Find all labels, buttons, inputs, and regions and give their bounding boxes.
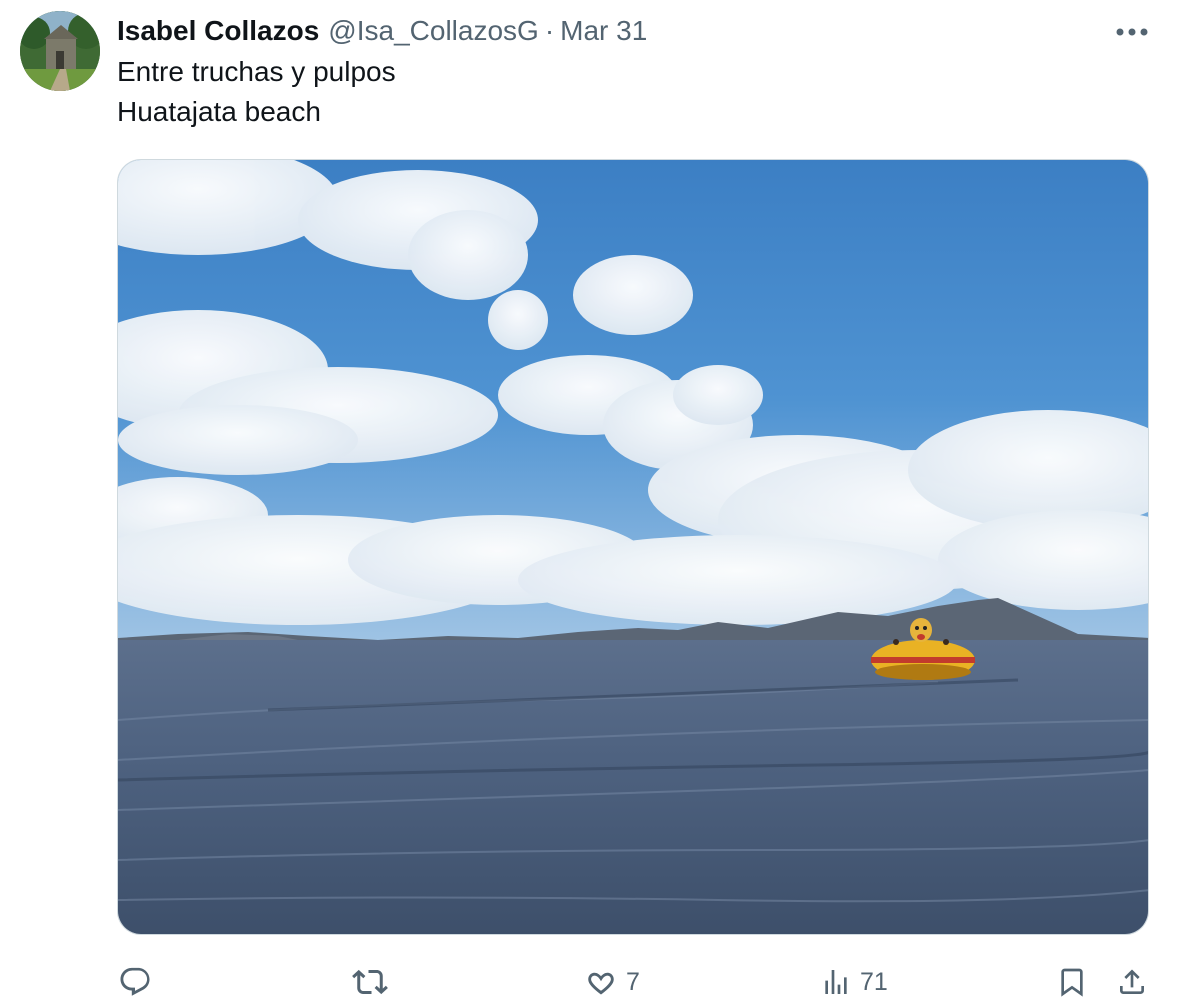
- repost-icon: [352, 969, 388, 995]
- repost-button[interactable]: [352, 960, 388, 1004]
- header-separator: ·: [544, 15, 555, 46]
- heart-icon: [588, 972, 614, 995]
- views-button[interactable]: 71: [820, 960, 888, 1004]
- avatar[interactable]: [20, 11, 100, 91]
- like-count: 7: [626, 967, 640, 996]
- post-date[interactable]: Mar 31: [560, 15, 647, 47]
- author-handle[interactable]: @Isa_CollazosG: [328, 15, 539, 47]
- post-actions: 7 71: [0, 960, 1180, 1004]
- post-text-line-2: Huatajata beach: [117, 96, 321, 127]
- author-name[interactable]: Isabel Collazos: [117, 15, 319, 47]
- post-photo[interactable]: [117, 159, 1149, 935]
- avatar-image: [20, 11, 100, 91]
- reply-button[interactable]: [118, 960, 152, 1004]
- views-chart-icon: [825, 970, 847, 994]
- share-button[interactable]: [1116, 960, 1148, 1004]
- lake-photo: [118, 160, 1148, 934]
- share-icon: [1120, 969, 1144, 994]
- views-count: 71: [860, 967, 888, 996]
- post-header: Isabel Collazos @Isa_CollazosG · Mar 31: [117, 12, 647, 50]
- post-text-line-1: Entre truchas y pulpos: [117, 56, 396, 87]
- more-options-button[interactable]: [1110, 18, 1154, 46]
- bookmark-icon: [1061, 968, 1083, 997]
- bookmark-button[interactable]: [1056, 960, 1088, 1004]
- like-button[interactable]: 7: [584, 960, 640, 1004]
- reply-icon: [120, 967, 150, 996]
- more-horizontal-icon: [1116, 28, 1148, 36]
